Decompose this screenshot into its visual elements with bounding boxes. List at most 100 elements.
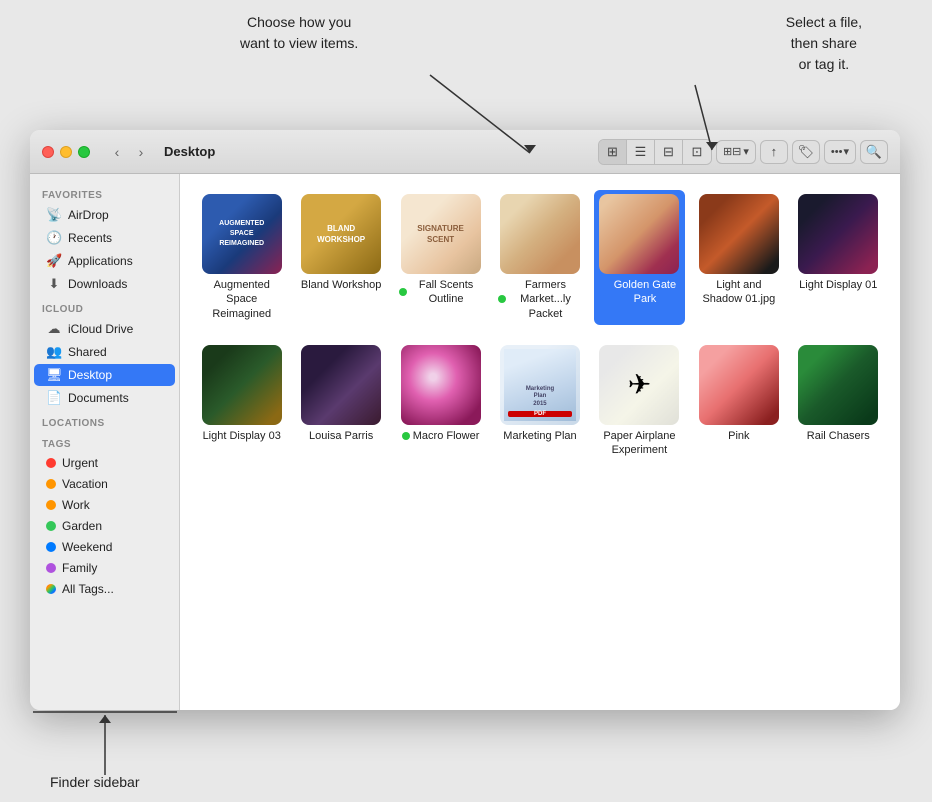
file-thumb-fall: SIGNATURESCENT — [401, 194, 481, 274]
sidebar-item-tag-weekend[interactable]: Weekend — [34, 537, 175, 557]
tag-dot-garden — [46, 521, 56, 531]
callout-share-tag: Select a file,then shareor tag it. — [786, 12, 862, 75]
file-name-light01: Light Display 01 — [799, 278, 877, 292]
minimize-button[interactable] — [60, 146, 72, 158]
file-item-light-shadow[interactable]: Light and Shadow 01.jpg — [693, 190, 784, 325]
sidebar-item-desktop[interactable]: 🖥 Desktop — [34, 364, 175, 386]
close-button[interactable] — [42, 146, 54, 158]
tag-dot-family — [46, 563, 56, 573]
view-gallery-btn[interactable]: ⊡ — [683, 140, 711, 164]
nav-buttons: ‹ › — [106, 141, 152, 163]
sidebar-item-label: Desktop — [68, 368, 112, 382]
sidebar-item-label: Shared — [68, 345, 107, 359]
file-thumb-light01 — [798, 194, 878, 274]
sidebar-item-label: Family — [62, 561, 97, 575]
downloads-icon: ⬇ — [46, 276, 62, 292]
sidebar-section-locations: Locations — [30, 410, 179, 431]
more-chevron: ▾ — [843, 145, 849, 158]
green-dot — [402, 432, 410, 440]
sidebar: Favorites 📡 AirDrop 🕐 Recents 🚀 Applicat… — [30, 174, 180, 710]
sidebar-item-label: Vacation — [62, 477, 108, 491]
group-button[interactable]: ⊞⊟ ▾ — [716, 140, 756, 164]
forward-button[interactable]: › — [130, 141, 152, 163]
file-item-bland[interactable]: BLANDWORKSHOP Bland Workshop — [295, 190, 386, 325]
traffic-lights — [42, 146, 90, 158]
file-item-golden[interactable]: Golden Gate Park — [594, 190, 685, 325]
file-item-augmented[interactable]: AUGMENTEDSPACEREIMAGINED AugmentedSpace … — [196, 190, 287, 325]
search-button[interactable]: 🔍 — [860, 140, 888, 164]
file-thumb-paper: ✈ — [599, 345, 679, 425]
file-name-bland: Bland Workshop — [301, 278, 382, 292]
icloud-icon: ☁ — [46, 321, 62, 337]
file-item-macro[interactable]: Macro Flower — [395, 341, 486, 462]
more-icon: ••• — [831, 146, 843, 158]
recents-icon: 🕐 — [46, 230, 62, 246]
callout-view-items: Choose how youwant to view items. — [240, 12, 358, 54]
file-name-light03: Light Display 03 — [203, 429, 281, 443]
applications-icon: 🚀 — [46, 253, 62, 269]
group-chevron: ▾ — [743, 145, 749, 158]
sidebar-item-airdrop[interactable]: 📡 AirDrop — [34, 204, 175, 226]
sidebar-item-label: Downloads — [68, 277, 127, 291]
sidebar-item-tag-family[interactable]: Family — [34, 558, 175, 578]
file-thumb-macro — [401, 345, 481, 425]
view-column-btn[interactable]: ⊟ — [655, 140, 683, 164]
tag-dot-weekend — [46, 542, 56, 552]
file-thumb-light03 — [202, 345, 282, 425]
file-item-light03[interactable]: Light Display 03 — [196, 341, 287, 462]
file-thumb-marketing: MarketingPlan2015 PDF — [500, 345, 580, 425]
view-list-btn[interactable]: ☰ — [627, 140, 655, 164]
file-name-light-shadow: Light and Shadow 01.jpg — [697, 278, 780, 307]
tag-button[interactable]: 🏷 — [792, 140, 820, 164]
more-button[interactable]: ••• ▾ — [824, 140, 856, 164]
share-icon: ↑ — [771, 144, 778, 159]
file-thumb-augmented: AUGMENTEDSPACEREIMAGINED — [202, 194, 282, 274]
title-bar: ‹ › Desktop ⊞ ☰ ⊟ ⊡ ⊞⊟ ▾ ↑ 🏷 ••• ▾ — [30, 130, 900, 174]
maximize-button[interactable] — [78, 146, 90, 158]
file-item-marketing[interactable]: MarketingPlan2015 PDF Marketing Plan — [494, 341, 585, 462]
file-name-pink: Pink — [728, 429, 749, 443]
sidebar-item-label: Work — [62, 498, 90, 512]
sidebar-item-applications[interactable]: 🚀 Applications — [34, 250, 175, 272]
tag-dot-all — [46, 584, 56, 594]
sidebar-item-tag-garden[interactable]: Garden — [34, 516, 175, 536]
file-item-farmers[interactable]: Farmers Market...ly Packet — [494, 190, 585, 325]
sidebar-item-label: Weekend — [62, 540, 112, 554]
sidebar-item-shared[interactable]: 👥 Shared — [34, 341, 175, 363]
sidebar-item-label: Recents — [68, 231, 112, 245]
sidebar-item-icloud-drive[interactable]: ☁ iCloud Drive — [34, 318, 175, 340]
file-name-louisa: Louisa Parris — [309, 429, 373, 443]
file-name-rail: Rail Chasers — [807, 429, 870, 443]
sidebar-item-recents[interactable]: 🕐 Recents — [34, 227, 175, 249]
sidebar-item-documents[interactable]: 📄 Documents — [34, 387, 175, 409]
file-thumb-rail — [798, 345, 878, 425]
tag-dot-urgent — [46, 458, 56, 468]
sidebar-item-label: AirDrop — [68, 208, 109, 222]
sidebar-item-tag-work[interactable]: Work — [34, 495, 175, 515]
callout-sidebar: Finder sidebar — [50, 774, 140, 790]
desktop-icon: 🖥 — [46, 367, 62, 383]
sidebar-item-downloads[interactable]: ⬇ Downloads — [34, 273, 175, 295]
file-thumb-pink — [699, 345, 779, 425]
file-thumb-golden — [599, 194, 679, 274]
file-item-louisa[interactable]: Louisa Parris — [295, 341, 386, 462]
file-thumb-light-shadow — [699, 194, 779, 274]
green-dot — [399, 288, 407, 296]
view-btn-group: ⊞ ☰ ⊟ ⊡ — [598, 139, 712, 165]
file-thumb-farmers — [500, 194, 580, 274]
sidebar-item-tag-all[interactable]: All Tags... — [34, 579, 175, 599]
sidebar-item-tag-vacation[interactable]: Vacation — [34, 474, 175, 494]
file-name-augmented: AugmentedSpace Reimagined — [200, 278, 283, 321]
back-button[interactable]: ‹ — [106, 141, 128, 163]
share-button[interactable]: ↑ — [760, 140, 788, 164]
file-item-light01[interactable]: Light Display 01 — [793, 190, 884, 325]
file-item-fall[interactable]: SIGNATURESCENT Fall Scents Outline — [395, 190, 486, 325]
file-name-paper: Paper Airplane Experiment — [598, 429, 681, 458]
file-item-paper[interactable]: ✈ Paper Airplane Experiment — [594, 341, 685, 462]
file-item-rail[interactable]: Rail Chasers — [793, 341, 884, 462]
view-icon-btn[interactable]: ⊞ — [599, 140, 627, 164]
file-item-pink[interactable]: Pink — [693, 341, 784, 462]
shared-icon: 👥 — [46, 344, 62, 360]
sidebar-item-label: iCloud Drive — [68, 322, 133, 336]
sidebar-item-tag-urgent[interactable]: Urgent — [34, 453, 175, 473]
